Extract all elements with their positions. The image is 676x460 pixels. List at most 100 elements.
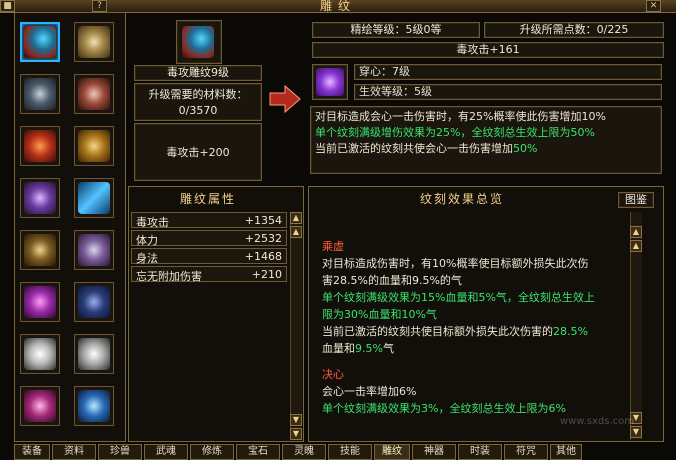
bottom-tab[interactable]: 神器 xyxy=(412,444,456,460)
item-slot[interactable] xyxy=(20,178,60,218)
material-label: 升级需要的材料数： xyxy=(148,88,248,101)
item-slot[interactable] xyxy=(20,230,60,270)
lock-icon[interactable]: ■ xyxy=(0,0,15,12)
item-slot[interactable] xyxy=(74,178,114,218)
attribute-name: 忘无附加伤害 xyxy=(136,270,202,283)
bottom-tab[interactable]: 灵魄 xyxy=(282,444,326,460)
item-icon xyxy=(24,78,56,110)
attribute-name: 身法 xyxy=(136,252,158,265)
item-slot[interactable] xyxy=(74,126,114,166)
overview-s1-line3: 单个纹刻满级效果为15%血量和5%气，全纹刻总生效上 xyxy=(322,291,595,304)
material-value: 0/3570 xyxy=(178,104,218,117)
overview-s1-line6b: 9.5% xyxy=(355,342,383,355)
item-slot[interactable] xyxy=(20,74,60,114)
item-slot[interactable] xyxy=(74,22,114,62)
carving-bonus: 毒攻击+200 xyxy=(166,146,230,159)
overview-section2-title: 决心 xyxy=(322,368,344,381)
attr-scroll-down2-icon[interactable]: ▼ xyxy=(290,428,302,440)
item-slot[interactable] xyxy=(74,230,114,270)
attr-scroll-down-icon[interactable]: ▼ xyxy=(290,414,302,426)
item-icon xyxy=(78,78,110,110)
ov-scroll-up-icon[interactable]: ▲ xyxy=(630,226,642,238)
effect-desc-1: 对目标造成会心一击伤害时，有25%概率使此伤害增加10% xyxy=(315,110,606,123)
overview-s1-line4: 限为30%血量和10%气 xyxy=(322,308,437,321)
overview-s1-line6: 血量和9.5%气 xyxy=(322,340,595,357)
attributes-scrollbar[interactable] xyxy=(290,212,302,440)
carving-bonus-box: 毒攻击+200 xyxy=(134,123,262,181)
bottom-tab[interactable]: 装备 xyxy=(14,444,50,460)
current-bonus: 毒攻击+161 xyxy=(312,42,664,58)
attribute-row: 毒攻击 +1354 xyxy=(131,212,287,229)
item-icon xyxy=(78,234,110,266)
item-slot[interactable] xyxy=(74,386,114,426)
overview-s1-line5b: 28.5% xyxy=(553,325,588,338)
bottom-tab[interactable]: 雕纹 xyxy=(374,444,410,460)
bottom-tab[interactable]: 资料 xyxy=(52,444,96,460)
item-slot[interactable] xyxy=(20,22,60,62)
upgrade-points: 升级所需点数：0/225 xyxy=(484,22,664,38)
bottom-tab[interactable]: 武魂 xyxy=(144,444,188,460)
item-icon xyxy=(24,390,56,422)
purple-crystal-icon xyxy=(316,68,344,96)
overview-s1-line6a: 血量和 xyxy=(322,342,355,355)
help-button[interactable]: ? xyxy=(92,0,107,12)
overview-s1-line2: 害28.5%的血量和9.5%的气 xyxy=(322,274,462,287)
item-icon xyxy=(24,286,56,318)
item-icon xyxy=(24,26,56,58)
bottom-tab[interactable]: 修炼 xyxy=(190,444,234,460)
effect-name: 穿心：7级 xyxy=(354,64,662,80)
bottom-tab[interactable]: 其他 xyxy=(550,444,582,460)
item-slot[interactable] xyxy=(74,282,114,322)
item-slot[interactable] xyxy=(74,74,114,114)
material-box: 升级需要的材料数： 0/3570 xyxy=(134,83,262,121)
effect-active-level: 生效等级：5级 xyxy=(354,84,662,100)
bottom-tab[interactable]: 符咒 xyxy=(504,444,548,460)
item-icon xyxy=(78,130,110,162)
ov-scroll-up2-icon[interactable]: ▲ xyxy=(630,240,642,252)
bottom-tab[interactable]: 珍兽 xyxy=(98,444,142,460)
watermark: www.sxds.com xyxy=(560,416,635,427)
item-slot[interactable] xyxy=(20,282,60,322)
overview-header: 纹刻效果总览 xyxy=(419,192,504,206)
effect-desc-3: 当前已激活的纹刻共使会心一击伤害增加50% xyxy=(315,141,657,157)
item-icon xyxy=(24,234,56,266)
item-icon xyxy=(78,182,110,214)
close-button[interactable]: ✕ xyxy=(646,0,661,12)
illustration-button[interactable]: 图鉴 xyxy=(618,192,654,208)
item-icon xyxy=(24,130,56,162)
attribute-row: 身法 +1468 xyxy=(131,248,287,265)
item-slot[interactable] xyxy=(20,334,60,374)
attr-scroll-up-icon[interactable]: ▲ xyxy=(290,212,302,224)
item-icon xyxy=(78,26,110,58)
attribute-name: 毒攻击 xyxy=(136,216,169,229)
item-icon xyxy=(78,286,110,318)
effect-desc-3b: 50% xyxy=(513,142,538,155)
upgrade-arrow-icon[interactable] xyxy=(268,84,302,114)
item-slot[interactable] xyxy=(20,386,60,426)
attributes-header: 雕纹属性 xyxy=(179,192,236,206)
attr-scroll-up2-icon[interactable]: ▲ xyxy=(290,226,302,238)
overview-s2-line1: 会心一击率增加6% xyxy=(322,385,417,398)
refine-level: 精绘等级：5级0等 xyxy=(312,22,480,38)
carving-name: 毒攻雕纹9级 xyxy=(134,65,262,81)
attribute-value: +210 xyxy=(251,268,282,281)
overview-s1-line5: 当前已激活的纹刻共使目标额外损失此次伤害的28.5% xyxy=(322,323,595,340)
attribute-value: +2532 xyxy=(244,232,282,245)
attribute-row: 忘无附加伤害 +210 xyxy=(131,266,287,283)
bottom-tab[interactable]: 宝石 xyxy=(236,444,280,460)
attribute-row: 体力 +2532 xyxy=(131,230,287,247)
attribute-value: +1354 xyxy=(244,214,282,227)
overview-s1-line5a: 当前已激活的纹刻共使目标额外损失此次伤害的 xyxy=(322,325,553,338)
carving-icon-slot[interactable] xyxy=(176,20,222,64)
ov-scroll-down2-icon[interactable]: ▼ xyxy=(630,426,642,438)
overview-s1-line6c: 气 xyxy=(382,342,394,355)
attribute-value: +1468 xyxy=(244,250,282,263)
item-slot[interactable] xyxy=(20,126,60,166)
effect-icon-slot[interactable] xyxy=(312,64,348,100)
bottom-tab[interactable]: 技能 xyxy=(328,444,372,460)
item-icon xyxy=(24,338,56,370)
bottom-tab[interactable]: 时装 xyxy=(458,444,502,460)
item-icon xyxy=(24,182,56,214)
item-slot[interactable] xyxy=(74,334,114,374)
item-icon xyxy=(78,390,110,422)
